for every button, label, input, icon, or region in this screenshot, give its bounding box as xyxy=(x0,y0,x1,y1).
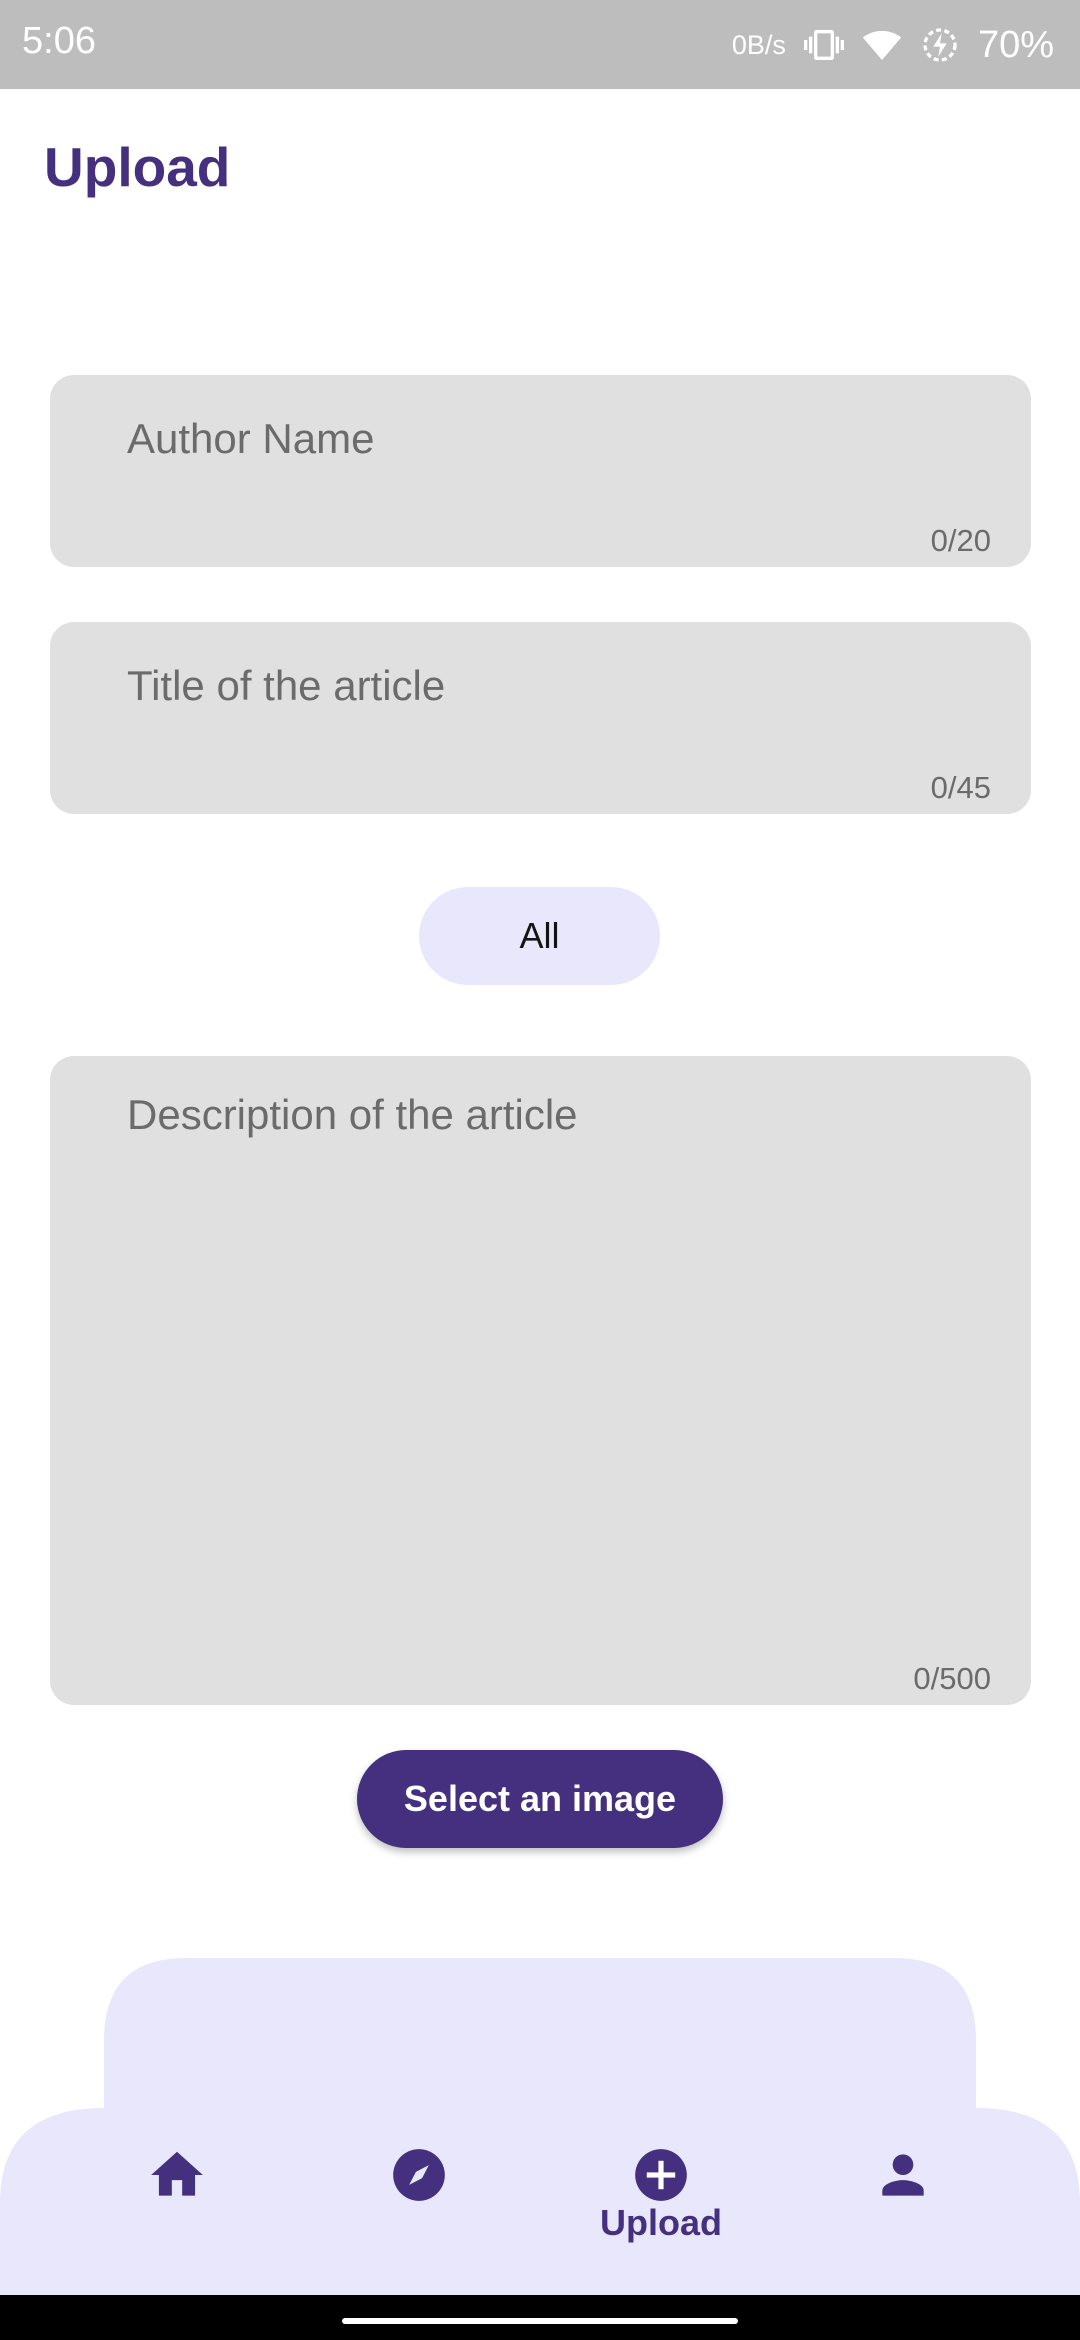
page-title: Upload xyxy=(44,136,231,198)
article-title-placeholder: Title of the article xyxy=(127,662,446,709)
bottom-nav-background xyxy=(0,1958,1080,2295)
network-speed: 0B/s xyxy=(731,29,786,60)
article-description-placeholder: Description of the article xyxy=(127,1091,578,1138)
select-image-button[interactable]: Select an image xyxy=(357,1750,723,1848)
article-title-counter: 0/45 xyxy=(930,770,991,805)
nav-explore-button[interactable] xyxy=(369,2140,469,2210)
article-description-field[interactable]: Description of the article 0/500 xyxy=(50,1056,1031,1705)
status-bar: 5:06 0B/s 70% xyxy=(0,0,1080,89)
battery-saver-icon xyxy=(920,25,960,65)
nav-upload-button[interactable] xyxy=(611,2140,711,2210)
article-title-field[interactable]: Title of the article 0/45 xyxy=(50,622,1031,814)
vibrate-icon xyxy=(803,25,844,65)
nav-upload-label[interactable]: Upload xyxy=(561,2202,761,2244)
author-name-field[interactable]: Author Name 0/20 xyxy=(50,375,1031,567)
person-icon xyxy=(872,2144,934,2206)
explore-icon xyxy=(388,2144,450,2206)
category-dropdown[interactable]: All xyxy=(419,887,660,985)
gesture-handle[interactable] xyxy=(342,2318,738,2324)
status-indicators: 0B/s 70% xyxy=(732,22,1054,68)
author-name-counter: 0/20 xyxy=(930,523,991,558)
nav-home-button[interactable] xyxy=(127,2140,227,2210)
nav-profile-button[interactable] xyxy=(853,2140,953,2210)
article-description-counter: 0/500 xyxy=(913,1661,991,1696)
add-circle-icon xyxy=(630,2144,692,2206)
wifi-icon xyxy=(862,25,902,65)
author-name-placeholder: Author Name xyxy=(127,415,375,462)
home-icon xyxy=(146,2144,208,2206)
battery-level: 70% xyxy=(977,23,1054,66)
status-time: 5:06 xyxy=(22,20,96,62)
